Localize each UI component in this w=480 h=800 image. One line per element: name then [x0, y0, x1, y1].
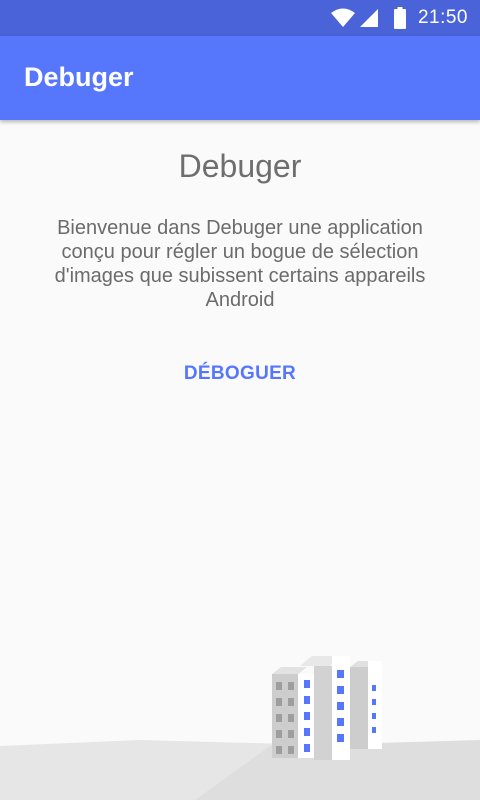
welcome-description: Bienvenue dans Debuger une application c…	[54, 217, 426, 311]
status-bar: 21:50	[0, 0, 480, 36]
app-bar: Debuger	[0, 36, 480, 120]
wifi-icon	[330, 7, 356, 29]
status-time: 21:50	[417, 7, 468, 28]
page-title: Debuger	[178, 148, 302, 184]
signal-icon	[358, 7, 380, 29]
app-screen: 21:50 Debuger Debuger Bienvenue dans Deb…	[0, 0, 480, 800]
debug-button[interactable]: DÉBOGUER	[160, 354, 320, 394]
status-icons: 21:50	[330, 0, 480, 36]
app-bar-title: Debuger	[24, 62, 134, 92]
city-illustration	[0, 656, 480, 800]
battery-icon	[393, 7, 406, 29]
